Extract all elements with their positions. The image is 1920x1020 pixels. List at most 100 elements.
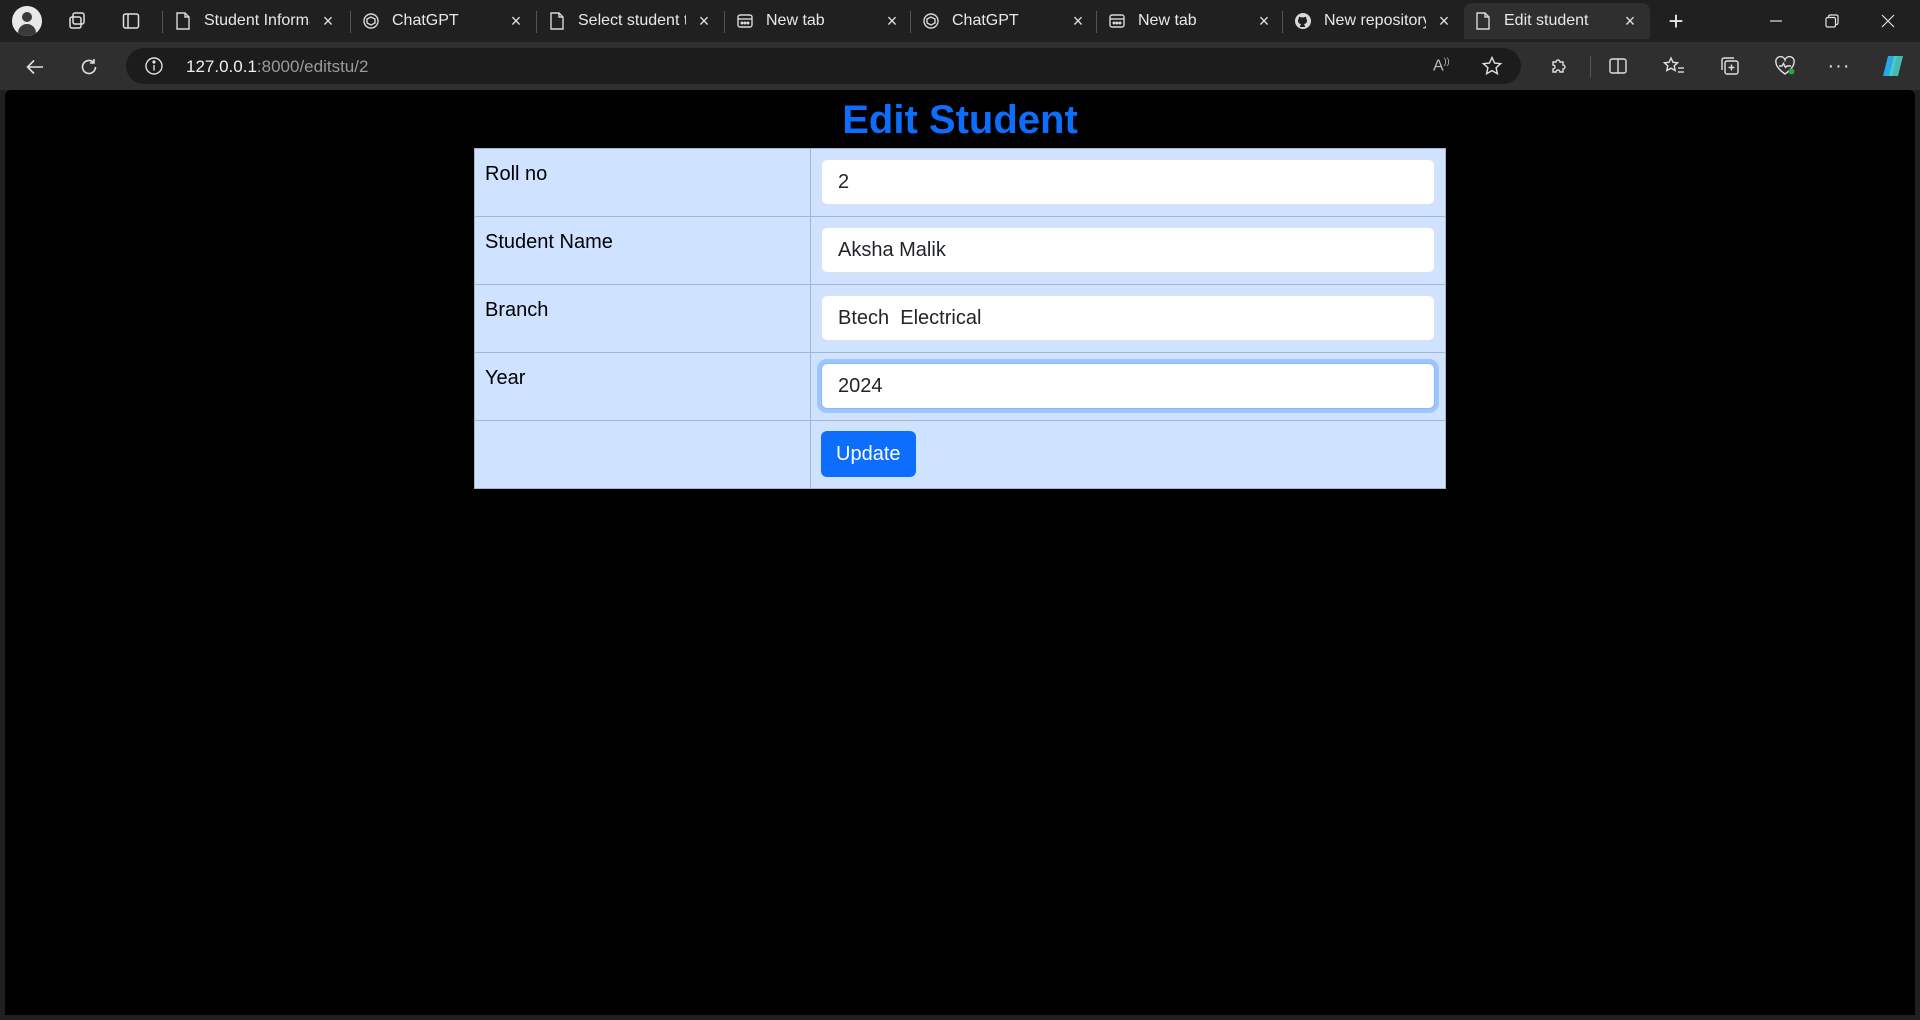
- page-icon: [548, 12, 566, 30]
- branch-input[interactable]: [821, 295, 1435, 341]
- page-icon: [1474, 12, 1492, 30]
- extensions-button[interactable]: [1542, 49, 1576, 83]
- newtab-icon: [1108, 12, 1126, 30]
- minimize-icon: [1770, 20, 1782, 22]
- back-arrow-icon: [26, 59, 43, 75]
- split-screen-button[interactable]: [1601, 49, 1635, 83]
- profile-button[interactable]: [10, 5, 44, 37]
- favorite-star-icon[interactable]: [1481, 55, 1503, 77]
- back-button[interactable]: [18, 50, 52, 84]
- refresh-button[interactable]: [72, 50, 106, 84]
- tab-strip: Student Informat × ChatGPT × Select stud…: [0, 0, 1920, 42]
- minimize-button[interactable]: [1748, 0, 1804, 42]
- workspaces-button[interactable]: [60, 5, 94, 37]
- read-aloud-icon[interactable]: A)): [1433, 56, 1455, 78]
- tab-chatgpt[interactable]: ChatGPT ×: [912, 3, 1098, 39]
- refresh-icon: [81, 59, 97, 75]
- submit-cell: Update: [810, 420, 1446, 489]
- tab-separator: [162, 11, 163, 33]
- workspaces-icon: [69, 12, 85, 29]
- url-host: 127.0.0.1: [186, 57, 257, 76]
- avatar: [12, 6, 42, 36]
- close-tab-icon[interactable]: ×: [694, 11, 714, 31]
- tab-separator: [536, 11, 537, 33]
- tab-actions-icon: [122, 13, 140, 29]
- close-tab-icon[interactable]: ×: [1254, 11, 1274, 31]
- close-icon: [1881, 14, 1895, 28]
- form-row-student-name: Student Name: [474, 216, 1446, 285]
- restore-button[interactable]: [1804, 0, 1860, 42]
- tab-chatgpt[interactable]: ChatGPT ×: [352, 3, 536, 39]
- collections-icon: [1721, 57, 1739, 75]
- tab-separator: [1096, 11, 1097, 33]
- copilot-icon: [1883, 56, 1903, 76]
- read-aloud-glyph: A: [1433, 57, 1444, 75]
- tab-new-repository[interactable]: New repository ×: [1284, 3, 1464, 39]
- more-menu-button[interactable]: ···: [1822, 49, 1856, 83]
- tab-new-tab[interactable]: New tab ×: [726, 3, 912, 39]
- chatgpt-icon: [362, 12, 380, 30]
- url-text[interactable]: 127.0.0.1:8000/editstu/2: [186, 57, 368, 77]
- heart-pulse-icon: [1775, 56, 1795, 75]
- collections-button[interactable]: [1713, 49, 1747, 83]
- tab-separator: [724, 11, 725, 33]
- close-tab-icon[interactable]: ×: [882, 11, 902, 31]
- student-name-cell: [810, 216, 1446, 285]
- address-bar[interactable]: 127.0.0.1:8000/editstu/2 A)): [126, 48, 1521, 84]
- update-button[interactable]: Update: [821, 431, 916, 477]
- newtab-icon: [736, 12, 754, 30]
- branch-cell: [810, 284, 1446, 353]
- close-tab-icon[interactable]: ×: [1620, 11, 1640, 31]
- form-row-branch: Branch: [474, 284, 1446, 353]
- tab-title: New tab: [766, 12, 825, 29]
- year-label: Year: [474, 352, 811, 421]
- copilot-button[interactable]: [1876, 49, 1910, 83]
- page-icon: [174, 12, 192, 30]
- roll-no-cell: [810, 148, 1446, 217]
- close-tab-icon[interactable]: ×: [1068, 11, 1088, 31]
- year-input[interactable]: [821, 363, 1435, 409]
- tab-select-student[interactable]: Select student to ×: [538, 3, 724, 39]
- roll-no-label: Roll no: [474, 148, 811, 217]
- form-row-year: Year: [474, 352, 1446, 421]
- page-title: Edit Student: [842, 98, 1078, 142]
- favorites-list-icon: [1663, 56, 1684, 73]
- tab-title: New repository: [1324, 12, 1426, 29]
- new-tab-button[interactable]: +: [1660, 5, 1692, 37]
- branch-label: Branch: [474, 284, 811, 353]
- form-row-submit: Update: [474, 420, 1446, 489]
- close-tab-icon[interactable]: ×: [318, 11, 338, 31]
- tab-separator: [350, 11, 351, 33]
- chatgpt-icon: [922, 12, 940, 30]
- site-info-icon[interactable]: [144, 56, 164, 76]
- page-viewport: Edit Student Roll no Student Name Branch: [5, 90, 1915, 1015]
- tab-separator: [1282, 11, 1283, 33]
- tab-title: ChatGPT: [392, 12, 459, 29]
- split-screen-icon: [1609, 58, 1627, 74]
- tab-new-tab[interactable]: New tab ×: [1098, 3, 1284, 39]
- roll-no-input[interactable]: [821, 159, 1435, 205]
- tab-student-information[interactable]: Student Informat ×: [164, 3, 348, 39]
- tab-separator: [910, 11, 911, 33]
- empty-label-cell: [474, 420, 811, 489]
- tab-title: New tab: [1138, 12, 1197, 29]
- favorites-button[interactable]: [1657, 49, 1691, 83]
- tab-title: ChatGPT: [952, 12, 1019, 29]
- tab-title: Edit student: [1504, 12, 1589, 29]
- tab-title: Student Informat: [204, 12, 310, 29]
- form-row-roll-no: Roll no: [474, 148, 1446, 217]
- tab-edit-student[interactable]: Edit student ×: [1464, 3, 1650, 39]
- close-tab-icon[interactable]: ×: [506, 11, 526, 31]
- student-name-input[interactable]: [821, 227, 1435, 273]
- tab-actions-button[interactable]: [114, 5, 148, 37]
- puzzle-icon: [1552, 59, 1566, 73]
- tab-title: Select student to: [578, 12, 686, 29]
- restore-icon: [1825, 14, 1839, 28]
- github-icon: [1294, 12, 1312, 30]
- browser-essentials-button[interactable]: [1768, 49, 1802, 83]
- browser-toolbar: 127.0.0.1:8000/editstu/2 A)) ···: [0, 42, 1920, 90]
- close-window-button[interactable]: [1860, 0, 1916, 42]
- close-tab-icon[interactable]: ×: [1434, 11, 1454, 31]
- student-name-label: Student Name: [474, 216, 811, 285]
- toolbar-separator: [1590, 56, 1591, 78]
